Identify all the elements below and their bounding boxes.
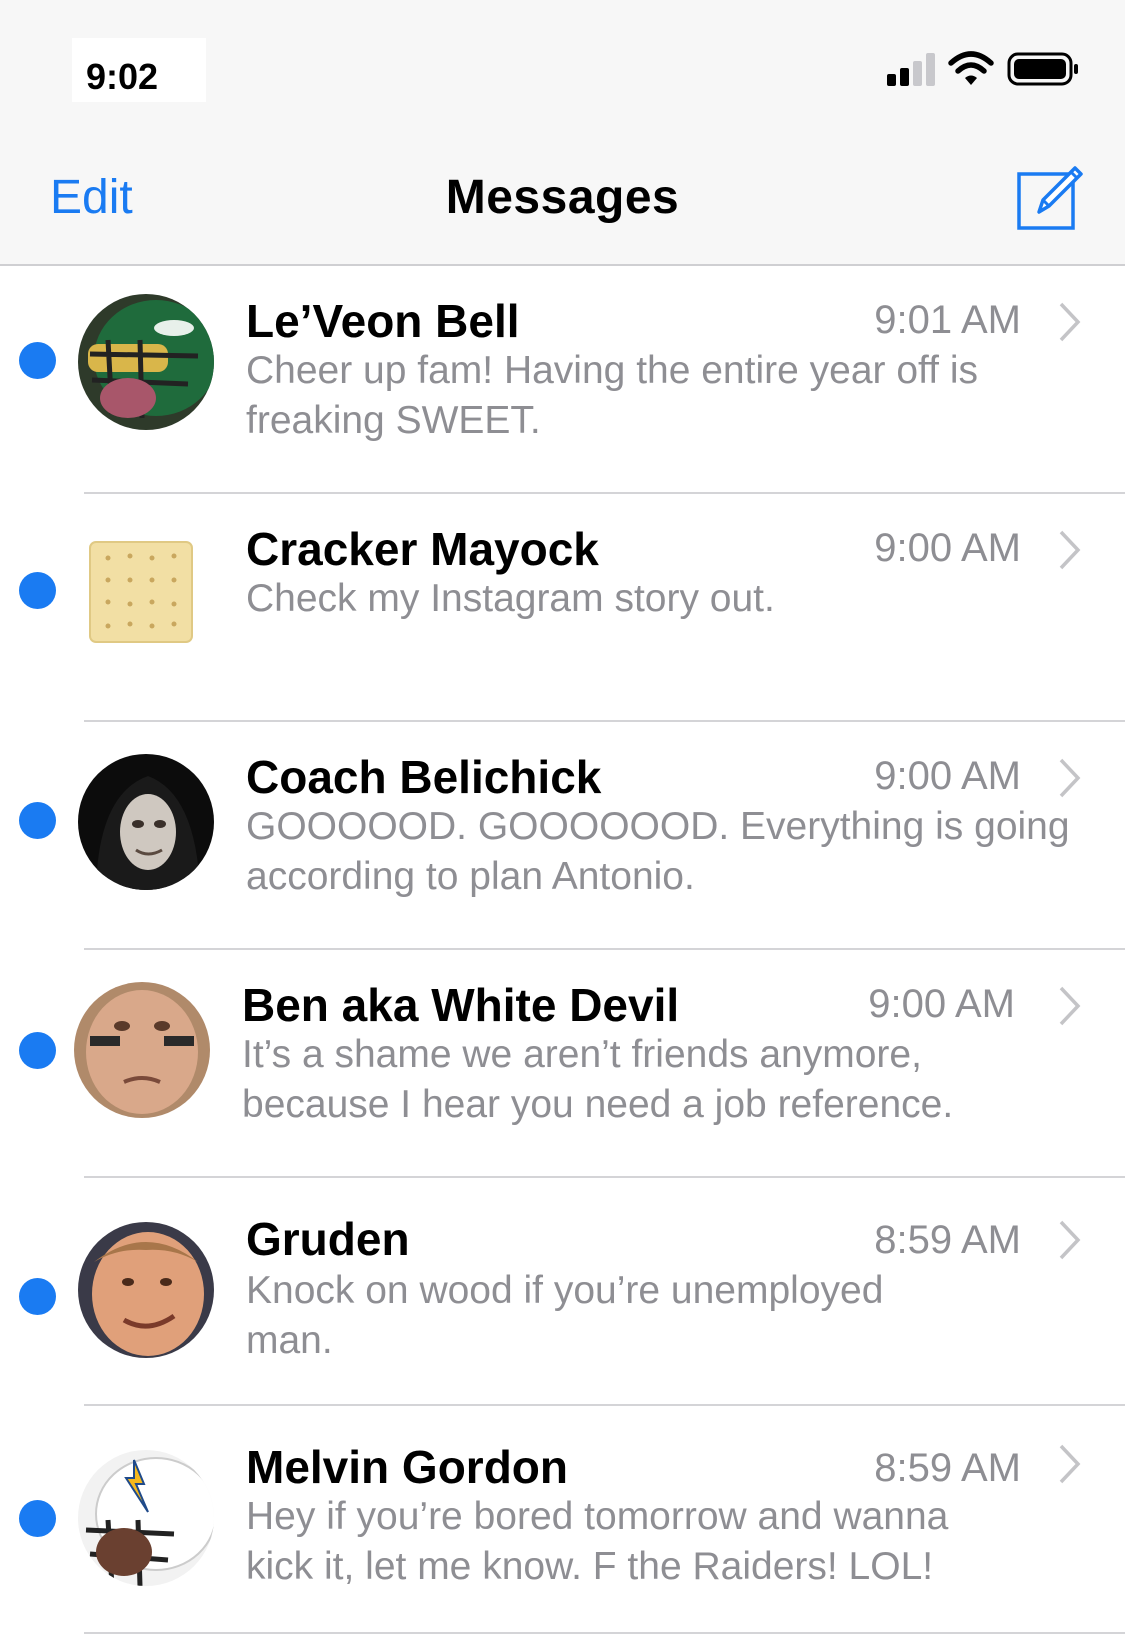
message-time: 8:59 AM <box>874 1446 1021 1490</box>
contact-name: Melvin Gordon <box>246 1441 568 1493</box>
status-icons <box>885 50 1085 90</box>
message-time: 9:00 AM <box>874 526 1021 570</box>
contact-name: Gruden <box>246 1213 410 1265</box>
conversation-row[interactable]: Gruden 8:59 AM Knock on wood if you’re u… <box>0 1178 1125 1406</box>
row-divider <box>84 1632 1125 1634</box>
contact-name: Cracker Mayock <box>246 523 599 575</box>
conversation-row[interactable]: Le’Veon Bell 9:01 AM Cheer up fam! Havin… <box>0 266 1125 494</box>
message-preview: Check my Instagram story out. <box>246 577 775 620</box>
chargers-helmet-avatar[interactable] <box>78 1450 214 1586</box>
message-time: 9:00 AM <box>874 754 1021 798</box>
unread-indicator <box>19 1278 56 1315</box>
status-bar: 9:02 <box>0 0 1125 130</box>
chevron-right-icon <box>1059 530 1081 570</box>
conversation-row[interactable]: Cracker Mayock 9:00 AM Check my Instagra… <box>0 494 1125 722</box>
football-helmet-avatar[interactable] <box>78 294 214 430</box>
page-title: Messages <box>445 171 680 224</box>
message-preview: GOOOOOD. GOOOOOOD. Everything is going a… <box>246 805 1070 898</box>
contact-name: Le’Veon Bell <box>246 295 520 347</box>
battery-icon <box>1007 52 1078 86</box>
chevron-right-icon <box>1059 986 1081 1026</box>
unread-indicator <box>19 572 56 609</box>
conversation-row[interactable]: Coach Belichick 9:00 AM GOOOOOD. GOOOOOO… <box>0 722 1125 950</box>
face-portrait-avatar[interactable] <box>78 1222 214 1358</box>
hooded-figure-avatar[interactable] <box>78 754 214 890</box>
navigation-bar: Edit Messages <box>0 130 1125 266</box>
cracker-avatar[interactable] <box>78 522 214 658</box>
conversation-row[interactable]: Ben aka White Devil 9:00 AM It’s a shame… <box>0 950 1125 1178</box>
status-time: 9:02 <box>86 56 159 97</box>
compose-icon <box>1017 166 1083 230</box>
message-time: 8:59 AM <box>874 1218 1021 1262</box>
conversation-row[interactable]: Melvin Gordon 8:59 AM Hey if you’re bore… <box>0 1406 1125 1634</box>
contact-name: Coach Belichick <box>246 751 602 803</box>
face-portrait-avatar[interactable] <box>74 982 210 1118</box>
message-preview: Hey if you’re bored tomorrow and wanna k… <box>246 1495 949 1588</box>
conversation-list: Le’Veon Bell 9:01 AM Cheer up fam! Havin… <box>0 266 1125 1634</box>
chevron-right-icon <box>1059 302 1081 342</box>
message-time: 9:01 AM <box>874 298 1021 342</box>
message-preview: Knock on wood if you’re unemployed man. <box>246 1269 884 1362</box>
chevron-right-icon <box>1059 1220 1081 1260</box>
message-preview: It’s a shame we aren’t friends anymore, … <box>242 1033 954 1126</box>
chevron-right-icon <box>1059 758 1081 798</box>
unread-indicator <box>19 1032 56 1069</box>
compose-button[interactable] <box>1015 160 1089 234</box>
message-time: 9:00 AM <box>868 982 1015 1026</box>
cellular-signal-icon <box>887 53 935 86</box>
unread-indicator <box>19 342 56 379</box>
wifi-icon <box>948 51 994 85</box>
contact-name: Ben aka White Devil <box>242 979 680 1031</box>
unread-indicator <box>19 802 56 839</box>
unread-indicator <box>19 1500 56 1537</box>
chevron-right-icon <box>1059 1444 1081 1484</box>
message-preview: Cheer up fam! Having the entire year off… <box>246 349 978 442</box>
